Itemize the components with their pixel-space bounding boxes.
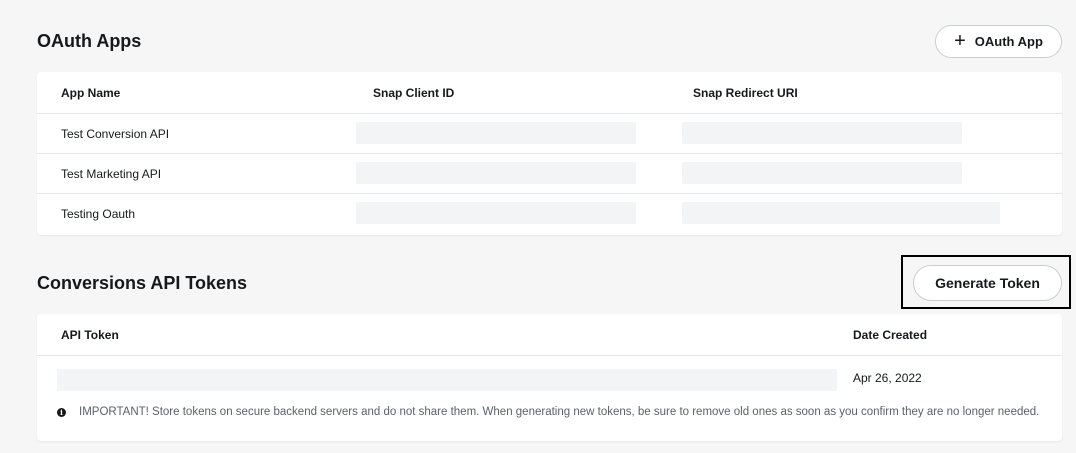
add-oauth-app-label: OAuth App — [974, 34, 1043, 49]
header-divider — [37, 355, 1062, 356]
app-name-cell: Testing Oauth — [61, 207, 136, 221]
app-name-cell: Test Conversion API — [61, 127, 170, 141]
security-notice-text: IMPORTANT! Store tokens on secure backen… — [79, 406, 1040, 418]
date-created-cell: Apr 26, 2022 — [853, 371, 922, 385]
redirect-uri-redacted — [682, 122, 962, 144]
row-divider — [37, 153, 1062, 154]
client-id-redacted — [356, 122, 636, 144]
add-oauth-app-button[interactable]: + OAuth App — [935, 25, 1062, 58]
redirect-uri-redacted — [682, 202, 1000, 224]
conversions-api-tokens-title: Conversions API Tokens — [37, 273, 248, 293]
oauth-apps-title: OAuth Apps — [37, 31, 142, 51]
generate-token-button[interactable]: Generate Token — [913, 265, 1062, 301]
api-token-redacted — [57, 369, 837, 391]
row-divider — [37, 193, 1062, 194]
client-id-redacted — [356, 162, 636, 184]
column-header-app-name: App Name — [61, 86, 121, 100]
column-header-snap-client-id: Snap Client ID — [373, 86, 455, 100]
plus-icon: + — [954, 29, 966, 52]
header-divider — [37, 113, 1062, 114]
api-tokens-table: API Token Date Created Apr 26, 2022 i IM… — [37, 314, 1062, 441]
app-name-cell: Test Marketing API — [61, 167, 162, 181]
client-id-redacted — [356, 202, 636, 224]
security-notice: i IMPORTANT! Store tokens on secure back… — [57, 405, 1047, 419]
column-header-date-created: Date Created — [853, 328, 928, 342]
redirect-uri-redacted — [682, 162, 962, 184]
oauth-apps-table: App Name Snap Client ID Snap Redirect UR… — [37, 72, 1062, 235]
column-header-api-token: API Token — [61, 328, 119, 342]
column-header-snap-redirect-uri: Snap Redirect URI — [693, 86, 798, 100]
developer-settings-page: OAuth Apps + OAuth App App Name Snap Cli… — [0, 0, 1076, 453]
info-icon: i — [57, 408, 66, 417]
